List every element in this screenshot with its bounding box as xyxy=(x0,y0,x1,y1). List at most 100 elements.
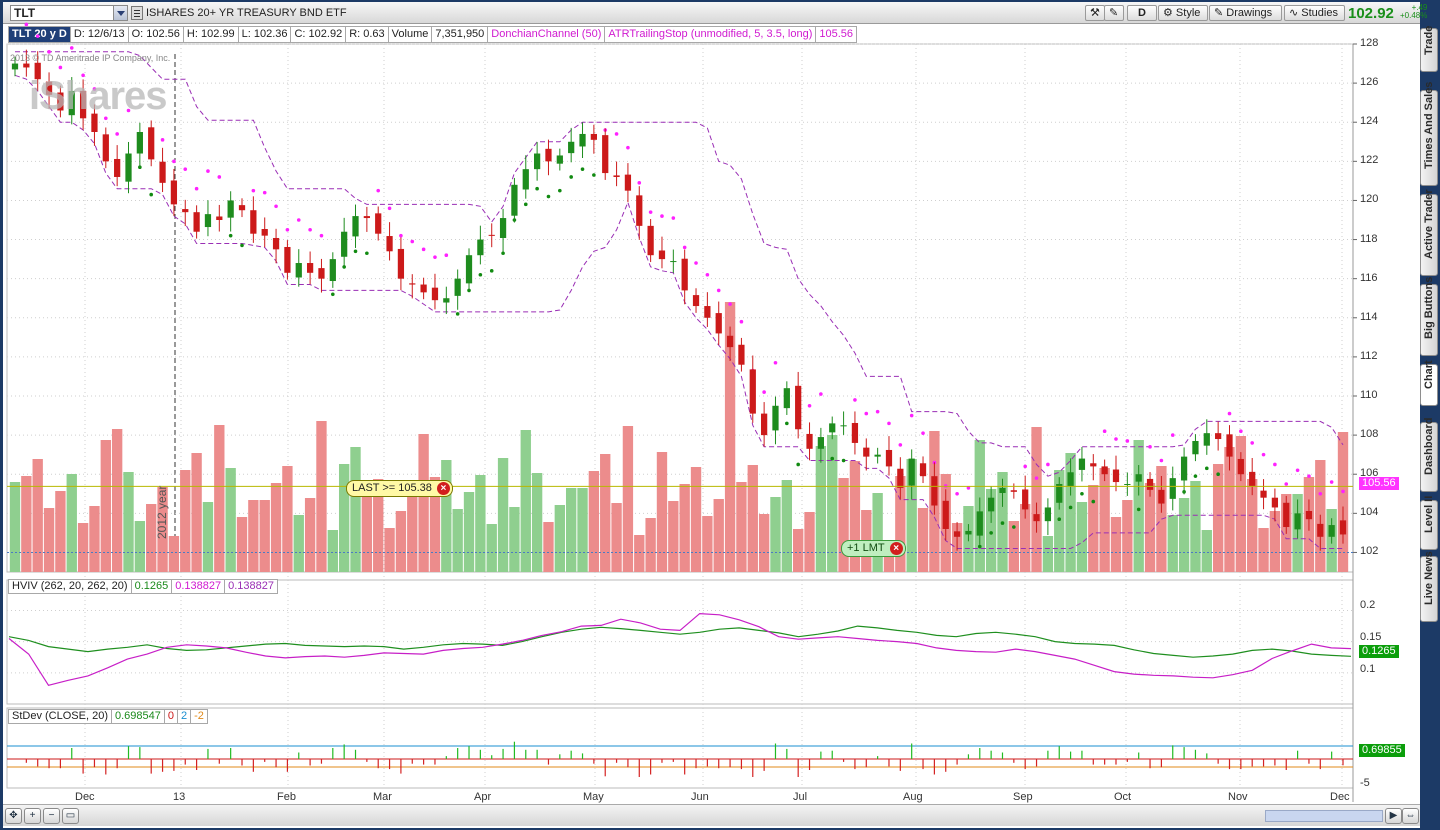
candle-body xyxy=(636,195,643,226)
atr-stop-dot xyxy=(887,421,891,426)
scroll-right-icon[interactable]: ▶ xyxy=(1385,808,1402,824)
donchian-upper xyxy=(15,51,1344,477)
candle-body xyxy=(590,133,597,140)
alert-tag[interactable]: LAST >= 105.38 × xyxy=(346,480,453,497)
atr-stop-dot xyxy=(478,272,483,277)
horizontal-scrollbar[interactable] xyxy=(1265,810,1383,822)
zoom-out-icon[interactable]: − xyxy=(43,808,60,824)
volume-bar xyxy=(418,434,429,572)
atr-stop-dot xyxy=(853,398,857,402)
stdev-value-tag: 0.69855 xyxy=(1359,744,1405,757)
order-tag[interactable]: +1 LMT × xyxy=(841,540,906,557)
volume-bar xyxy=(747,465,758,572)
candle-body xyxy=(170,180,178,205)
volume-bar xyxy=(1178,498,1190,572)
tab-label: Live News xyxy=(1423,551,1435,605)
volume-bar xyxy=(350,447,361,572)
candle-body xyxy=(1271,497,1279,508)
volume-bar xyxy=(21,476,32,572)
atr-stop-dot xyxy=(1204,466,1209,471)
atr-stop-dot xyxy=(1273,462,1277,467)
tab-level-ii[interactable]: Level II xyxy=(1420,496,1438,550)
candle-body xyxy=(272,237,280,250)
pan-icon[interactable]: ✥ xyxy=(5,808,22,824)
candle-body xyxy=(431,287,439,301)
candle-body xyxy=(1215,433,1222,440)
zoom-fit-icon[interactable]: ▭ xyxy=(62,808,79,824)
price-tick-label: 102 xyxy=(1360,545,1379,558)
volume-bar xyxy=(225,468,236,572)
atr-stop-dot xyxy=(1307,474,1311,478)
candle-body xyxy=(1305,510,1313,520)
stdev-param: -2 xyxy=(190,709,208,724)
atr-stop-dot xyxy=(1318,491,1323,496)
atr-stop-dot xyxy=(1148,445,1152,449)
atr-stop-dot xyxy=(909,413,914,418)
atr-stop-dot xyxy=(785,421,789,426)
tab-live-news[interactable]: Live News xyxy=(1420,551,1438,622)
candle-body xyxy=(931,476,938,506)
atr-stop-dot xyxy=(1341,489,1345,494)
candle-body xyxy=(726,335,734,348)
candle-body xyxy=(908,458,915,486)
candle-body xyxy=(250,210,257,234)
volume-bar xyxy=(1088,485,1099,572)
chart-canvas[interactable] xyxy=(3,2,1420,828)
price-tick-label: 126 xyxy=(1360,76,1379,89)
atr-stop-dot xyxy=(319,233,324,238)
candle-body xyxy=(919,463,927,477)
candle-body xyxy=(1146,478,1154,490)
tab-chart[interactable]: Chart xyxy=(1420,360,1438,406)
candle-body xyxy=(284,246,291,273)
tab-active-trader[interactable]: Active Trader xyxy=(1420,189,1438,276)
atr-stop-dot xyxy=(762,390,766,394)
candle-body xyxy=(261,228,268,236)
candle-body xyxy=(1339,520,1347,535)
candle-body xyxy=(965,530,972,535)
tab-times-and-sales[interactable]: Times And Sales xyxy=(1420,82,1438,186)
atr-stop-dot xyxy=(580,167,585,171)
atr-stop-dot xyxy=(1261,452,1266,457)
volume-bar xyxy=(679,484,690,572)
tab-trade[interactable]: Trade xyxy=(1420,26,1438,72)
zoom-in-icon[interactable]: + xyxy=(24,808,41,824)
volume-bar xyxy=(441,460,452,572)
candle-body xyxy=(1283,502,1290,528)
volume-bar xyxy=(384,528,395,572)
volume-bar xyxy=(690,467,702,572)
candle-body xyxy=(352,216,359,237)
volume-bar xyxy=(111,429,123,572)
hviv-label[interactable]: HVIV (262, 20, 262, 20) xyxy=(8,579,132,594)
candle-body xyxy=(772,405,779,431)
tab-label: Times And Sales xyxy=(1423,81,1435,169)
atr-stop-dot xyxy=(796,462,800,467)
atr-stop-dot xyxy=(671,216,676,220)
atr-stop-dot xyxy=(864,411,869,416)
x-label: Mar xyxy=(373,791,392,803)
close-icon[interactable]: × xyxy=(436,482,450,495)
volume-bar xyxy=(1201,530,1212,572)
candle-body xyxy=(386,236,393,252)
close-icon[interactable]: × xyxy=(889,542,903,555)
atr-stop-dot xyxy=(1046,462,1050,467)
candle-body xyxy=(761,413,768,436)
stdev-label[interactable]: StDev (CLOSE, 20) xyxy=(8,709,112,724)
volume-bar xyxy=(77,523,89,572)
volume-bar xyxy=(645,518,656,572)
volume-bar xyxy=(758,514,770,572)
volume-bar xyxy=(9,482,21,572)
volume-bar xyxy=(316,421,327,572)
atr-stop-dot xyxy=(875,409,880,414)
tab-label: Big Buttons xyxy=(1423,276,1435,339)
candle-body xyxy=(306,263,314,273)
atr-stop-dot xyxy=(149,192,154,197)
tab-big-buttons[interactable]: Big Buttons xyxy=(1420,277,1438,356)
candle-body xyxy=(499,218,507,238)
chart-bottom-bar: ✥ + − ▭ ▶ ⇔ xyxy=(3,804,1420,826)
candle-body xyxy=(749,369,756,414)
x-label: Feb xyxy=(277,791,296,803)
volume-bar xyxy=(1110,517,1122,572)
tab-dashboard[interactable]: Dashboard xyxy=(1420,418,1438,492)
expand-icon[interactable]: ⇔ xyxy=(1402,808,1419,824)
volume-bar xyxy=(395,511,407,572)
